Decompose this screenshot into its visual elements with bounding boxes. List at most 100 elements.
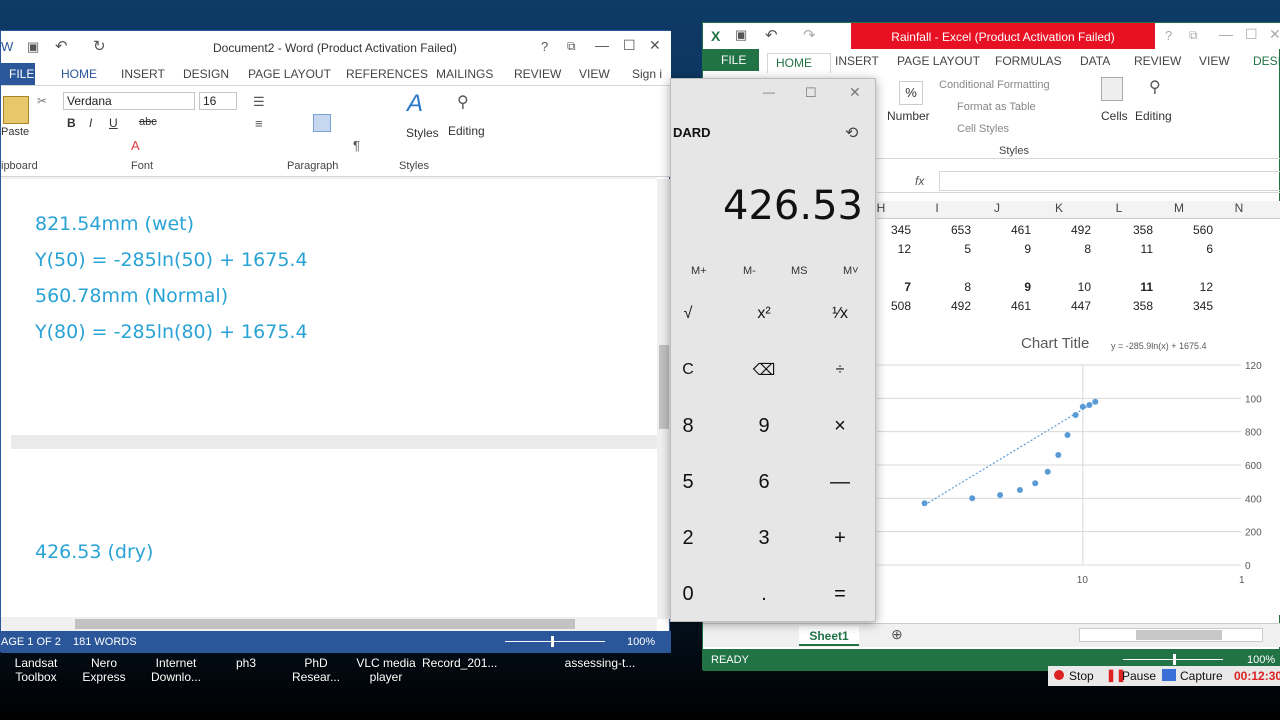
page-count[interactable]: AGE 1 OF 2	[1, 636, 61, 648]
backspace-button[interactable]: ⌫	[727, 343, 801, 397]
history-icon[interactable]: ⟲	[845, 123, 858, 143]
doc-line[interactable]: 560.78mm (Normal)	[35, 285, 228, 307]
column-header[interactable]: L	[1089, 201, 1149, 215]
percent-icon[interactable]: %	[899, 81, 923, 105]
conditional-formatting-button[interactable]: Conditional Formatting	[939, 79, 1050, 91]
capture-icon[interactable]	[1162, 669, 1176, 681]
excel-undo-icon[interactable]: ↶	[765, 26, 778, 44]
align-left-icon[interactable]: ≡	[255, 116, 263, 131]
cell[interactable]: 9	[981, 242, 1031, 256]
desktop-icon-idm[interactable]: Internet Downlo...	[140, 656, 212, 684]
ribbon-display-icon[interactable]: ⧉	[567, 39, 576, 54]
tab-sign-in[interactable]: Sign i	[632, 67, 662, 81]
cell[interactable]: 492	[1041, 223, 1091, 237]
calc-maximize-icon[interactable]: ☐	[805, 85, 817, 101]
zoom-slider[interactable]	[501, 633, 611, 651]
excel-tab-page-layout[interactable]: PAGE LAYOUT	[897, 54, 980, 68]
stop-button[interactable]: Stop	[1069, 669, 1094, 683]
word-count[interactable]: 181 WORDS	[73, 636, 137, 648]
cut-icon[interactable]: ✂	[37, 94, 47, 108]
cells-icon[interactable]	[1101, 77, 1123, 101]
clear-button[interactable]: C	[651, 343, 725, 397]
cell[interactable]: 461	[981, 223, 1031, 237]
styles-label[interactable]: Styles	[406, 126, 439, 140]
zero-button[interactable]: 0	[651, 567, 725, 621]
cell[interactable]: 358	[1103, 299, 1153, 313]
excel-help-icon[interactable]: ?	[1165, 28, 1172, 43]
add-button[interactable]: +	[803, 511, 877, 565]
excel-zoom-level[interactable]: 100%	[1247, 654, 1275, 666]
doc-line[interactable]: 821.54mm (wet)	[35, 213, 194, 235]
data-point[interactable]	[997, 492, 1004, 498]
cell[interactable]: 9	[981, 280, 1031, 294]
number-label[interactable]: Number	[887, 109, 930, 123]
font-size-select[interactable]: 16	[199, 92, 237, 110]
nine-button[interactable]: 9	[727, 399, 801, 453]
excel-tab-home[interactable]: HOME	[767, 53, 831, 73]
pause-button[interactable]: Pause	[1122, 669, 1156, 683]
data-point[interactable]	[921, 500, 928, 507]
italic-button[interactable]: I	[89, 116, 92, 130]
strikethrough-button[interactable]: abc	[139, 116, 157, 128]
excel-tab-data[interactable]: DATA	[1080, 54, 1110, 68]
save-icon[interactable]: ▣	[27, 39, 39, 55]
memory-store-button[interactable]: MS	[791, 265, 808, 277]
cell[interactable]: 11	[1103, 242, 1153, 256]
excel-hscroll-thumb[interactable]	[1136, 630, 1222, 640]
tab-references[interactable]: REFERENCES	[346, 67, 428, 81]
five-button[interactable]: 5	[651, 455, 725, 509]
desktop-icon-landsat[interactable]: Landsat Toolbox	[0, 656, 72, 684]
desktop-icon-phd[interactable]: PhD Resear...	[280, 656, 352, 684]
tab-home[interactable]: HOME	[61, 67, 97, 81]
format-as-table-button[interactable]: Format as Table	[957, 101, 1036, 113]
reciprocal-button[interactable]: ¹⁄x	[803, 287, 877, 341]
document-area[interactable]: 821.54mm (wet) Y(50) = -285ln(50) + 1675…	[1, 179, 657, 619]
cell[interactable]: 8	[1041, 242, 1091, 256]
excel-tab-review[interactable]: REVIEW	[1134, 54, 1181, 68]
font-name-select[interactable]: Verdana	[63, 92, 195, 110]
underline-button[interactable]: U	[109, 116, 118, 130]
excel-minimize-icon[interactable]: —	[1219, 26, 1233, 42]
cell[interactable]: 8	[921, 280, 971, 294]
excel-redo-icon[interactable]: ↷	[803, 26, 816, 44]
column-header[interactable]: M	[1149, 201, 1209, 215]
add-sheet-icon[interactable]: ⊕	[891, 626, 903, 643]
paste-label[interactable]: Paste	[1, 126, 29, 138]
trendline[interactable]	[924, 402, 1093, 506]
memory-add-button[interactable]: M+	[691, 265, 707, 277]
tab-page-layout[interactable]: PAGE LAYOUT	[248, 67, 331, 81]
excel-tab-design[interactable]: DESI	[1253, 54, 1280, 68]
excel-hscroll[interactable]	[1079, 628, 1263, 642]
styles-icon[interactable]: A	[407, 90, 423, 118]
divide-button[interactable]: ÷	[803, 343, 877, 397]
excel-tab-view[interactable]: VIEW	[1199, 54, 1230, 68]
data-point[interactable]	[1032, 480, 1039, 487]
column-header[interactable]: N	[1209, 201, 1269, 215]
cell[interactable]: 492	[921, 299, 971, 313]
data-point[interactable]	[1016, 487, 1023, 493]
formula-input[interactable]	[939, 171, 1280, 191]
excel-save-icon[interactable]: ▣	[735, 27, 747, 43]
hscroll-thumb[interactable]	[75, 619, 575, 629]
doc-line[interactable]: 426.53 (dry)	[35, 541, 153, 563]
tab-view[interactable]: VIEW	[579, 67, 610, 81]
horizontal-scrollbar[interactable]	[1, 617, 657, 631]
data-point[interactable]	[1064, 432, 1071, 438]
cell[interactable]: 345	[1163, 299, 1213, 313]
cell[interactable]: 461	[981, 299, 1031, 313]
worksheet-grid[interactable]: H I J K L M N 345 653 461 492 358 560 12 5 9 8 11 6…	[877, 201, 1280, 615]
cell[interactable]: 653	[921, 223, 971, 237]
data-point[interactable]	[1086, 402, 1093, 408]
editing-label[interactable]: Editing	[448, 124, 485, 138]
excel-binoculars-icon[interactable]: ⚲	[1149, 77, 1161, 97]
data-point[interactable]	[1072, 412, 1079, 418]
bullets-icon[interactable]: ☰	[253, 94, 265, 110]
column-header[interactable]: I	[907, 201, 967, 215]
tab-file[interactable]: FILE	[1, 63, 35, 85]
help-icon[interactable]: ?	[541, 39, 548, 54]
doc-line[interactable]: Y(50) = -285ln(50) + 1675.4	[35, 249, 308, 271]
desktop-icon-vlc[interactable]: VLC media player	[350, 656, 422, 684]
three-button[interactable]: 3	[727, 511, 801, 565]
excel-editing-label[interactable]: Editing	[1135, 109, 1172, 123]
font-color-icon[interactable]: A	[131, 138, 140, 153]
